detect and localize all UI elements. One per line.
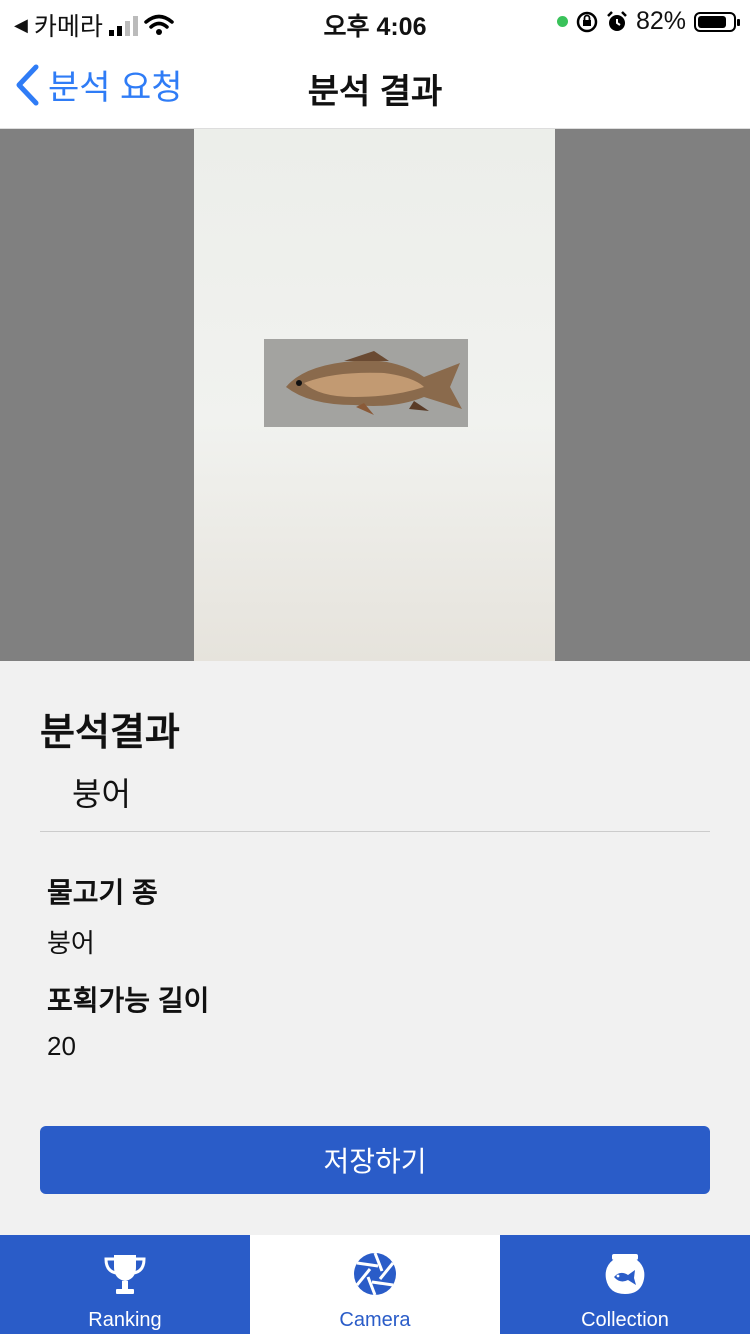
save-button[interactable]: 저장하기 bbox=[40, 1126, 710, 1194]
catchable-length-value: 20 bbox=[47, 1031, 76, 1061]
result-species-name: 붕어 bbox=[72, 776, 131, 812]
tab-collection[interactable]: Collection bbox=[500, 1235, 750, 1334]
image-preview bbox=[0, 129, 750, 661]
fish-image bbox=[264, 339, 468, 427]
species-label: 물고기 종 bbox=[47, 877, 158, 908]
tab-ranking[interactable]: Ranking bbox=[0, 1235, 250, 1334]
page-title: 분석 결과 bbox=[307, 73, 443, 111]
trophy-icon bbox=[104, 1255, 146, 1294]
orientation-lock-icon bbox=[576, 11, 598, 32]
battery-icon bbox=[694, 11, 740, 32]
fish-photo-print bbox=[264, 339, 468, 427]
status-right: 82% bbox=[556, 7, 740, 36]
fishbowl-icon bbox=[605, 1254, 645, 1294]
species-value: 붕어 bbox=[47, 928, 95, 958]
navigation-bar: 분석 요청 분석 결과 bbox=[0, 42, 750, 129]
divider bbox=[40, 831, 710, 832]
tab-ranking-label: Ranking bbox=[88, 1309, 162, 1331]
camera-in-use-indicator-icon bbox=[556, 16, 568, 27]
result-heading: 분석결과 bbox=[40, 712, 180, 754]
tab-bar: Ranking Camera Collection bbox=[0, 1235, 750, 1334]
status-bar: ◀ 카메라 오후 4:06 82% bbox=[0, 0, 750, 42]
tab-camera-label: Camera bbox=[339, 1309, 411, 1331]
analysis-result-panel: 분석결과 붕어 물고기 종 붕어 포획가능 길이 20 저장하기 bbox=[0, 661, 750, 1235]
camera-aperture-icon bbox=[354, 1252, 396, 1296]
tab-camera[interactable]: Camera bbox=[250, 1235, 500, 1334]
tab-collection-label: Collection bbox=[581, 1309, 669, 1331]
battery-fill bbox=[698, 15, 726, 28]
captured-photo bbox=[194, 129, 555, 661]
battery-percent: 82% bbox=[635, 7, 686, 35]
alarm-icon bbox=[607, 10, 627, 31]
catchable-length-label: 포획가능 길이 bbox=[47, 985, 210, 1016]
